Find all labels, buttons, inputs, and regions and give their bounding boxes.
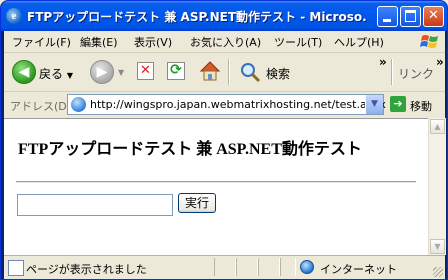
page-icon: [71, 97, 86, 112]
status-pane: [236, 258, 258, 276]
page-heading: FTPアップロードテスト 兼 ASP.NET動作テスト: [18, 141, 362, 158]
internet-explorer-icon: e: [6, 8, 22, 24]
toolbar-separator: [228, 59, 230, 85]
menu-edit[interactable]: 編集(E): [80, 34, 118, 50]
address-url[interactable]: http://wingspro.japan.webmatrixhosting.n…: [90, 98, 386, 111]
status-pane: [258, 258, 280, 276]
page-content: FTPアップロードテスト 兼 ASP.NET動作テスト 実行: [4, 118, 428, 255]
close-icon: ✕: [428, 8, 439, 23]
home-icon[interactable]: [198, 59, 222, 83]
toolbar-separator: [391, 59, 393, 85]
window-title: FTPアップロードテスト 兼 ASP.NET動作テスト - Microso...: [27, 10, 367, 24]
maximize-icon: [405, 10, 416, 22]
vertical-scrollbar[interactable]: ▲ ▼: [428, 118, 446, 255]
address-field[interactable]: http://wingspro.japan.webmatrixhosting.n…: [67, 94, 386, 115]
back-button[interactable]: ◀: [12, 60, 36, 84]
status-pane: [280, 258, 296, 276]
back-dropdown-icon[interactable]: ▼: [67, 71, 73, 80]
resize-grip[interactable]: [433, 267, 443, 277]
maximize-button[interactable]: [400, 6, 421, 27]
menu-favorites[interactable]: お気に入り(A): [190, 34, 261, 50]
horizontal-rule: [16, 181, 416, 183]
close-button[interactable]: ✕: [423, 6, 444, 27]
status-text: ページが表示されました: [26, 263, 147, 276]
menu-tools[interactable]: ツール(T): [274, 34, 322, 50]
minimize-button[interactable]: [377, 6, 398, 27]
search-icon[interactable]: [238, 60, 262, 84]
search-label[interactable]: 検索: [266, 65, 290, 82]
status-bar: ページが表示されました インターネット: [4, 255, 445, 279]
links-label[interactable]: リンク: [398, 65, 434, 82]
refresh-icon: ⟳: [170, 62, 182, 78]
menu-bar: ファイル(F) 編集(E) 表示(V) お気に入り(A) ツール(T) ヘルプ(…: [4, 31, 445, 53]
refresh-button[interactable]: ⟳: [167, 62, 185, 80]
windows-logo-icon: [420, 35, 438, 48]
text-input[interactable]: [17, 194, 173, 216]
links-overflow-chevron[interactable]: »: [436, 55, 444, 69]
scroll-down-icon[interactable]: ▼: [430, 239, 445, 254]
stop-button[interactable]: ✕: [137, 62, 154, 80]
browser-window: e FTPアップロードテスト 兼 ASP.NET動作テスト - Microso.…: [0, 0, 448, 280]
minimize-icon: [383, 19, 391, 22]
back-arrow-icon: ◀: [18, 64, 30, 80]
menu-file[interactable]: ファイル(F): [12, 34, 71, 50]
address-dropdown-icon[interactable]: ▼: [365, 95, 383, 114]
menu-view[interactable]: 表示(V): [134, 34, 172, 50]
go-button[interactable]: 移動: [410, 98, 432, 114]
forward-dropdown-icon[interactable]: ▼: [118, 68, 124, 77]
security-zone-label: インターネット: [320, 263, 397, 276]
toolbar-overflow-chevron[interactable]: »: [379, 55, 387, 69]
stop-icon: ✕: [140, 63, 151, 78]
go-arrow-icon[interactable]: ➔: [390, 96, 406, 112]
internet-zone-icon: [300, 260, 314, 274]
status-pane: [214, 258, 236, 276]
title-bar[interactable]: e FTPアップロードテスト 兼 ASP.NET動作テスト - Microso.…: [1, 1, 447, 31]
scroll-up-icon[interactable]: ▲: [430, 119, 445, 134]
toolbar: ◀ 戻る ▼ ▶ ▼ ✕ ⟳ 検索 » リンク »: [4, 53, 445, 92]
page-status-icon: [8, 260, 24, 276]
back-label[interactable]: 戻る ▼: [39, 65, 73, 82]
forward-button[interactable]: ▶: [90, 60, 114, 84]
submit-button[interactable]: 実行: [178, 193, 216, 213]
address-label: アドレス(D): [10, 100, 72, 113]
address-bar: アドレス(D) http://wingspro.japan.webmatrixh…: [4, 92, 445, 118]
menu-help[interactable]: ヘルプ(H): [334, 34, 384, 50]
forward-arrow-icon: ▶: [96, 64, 108, 80]
